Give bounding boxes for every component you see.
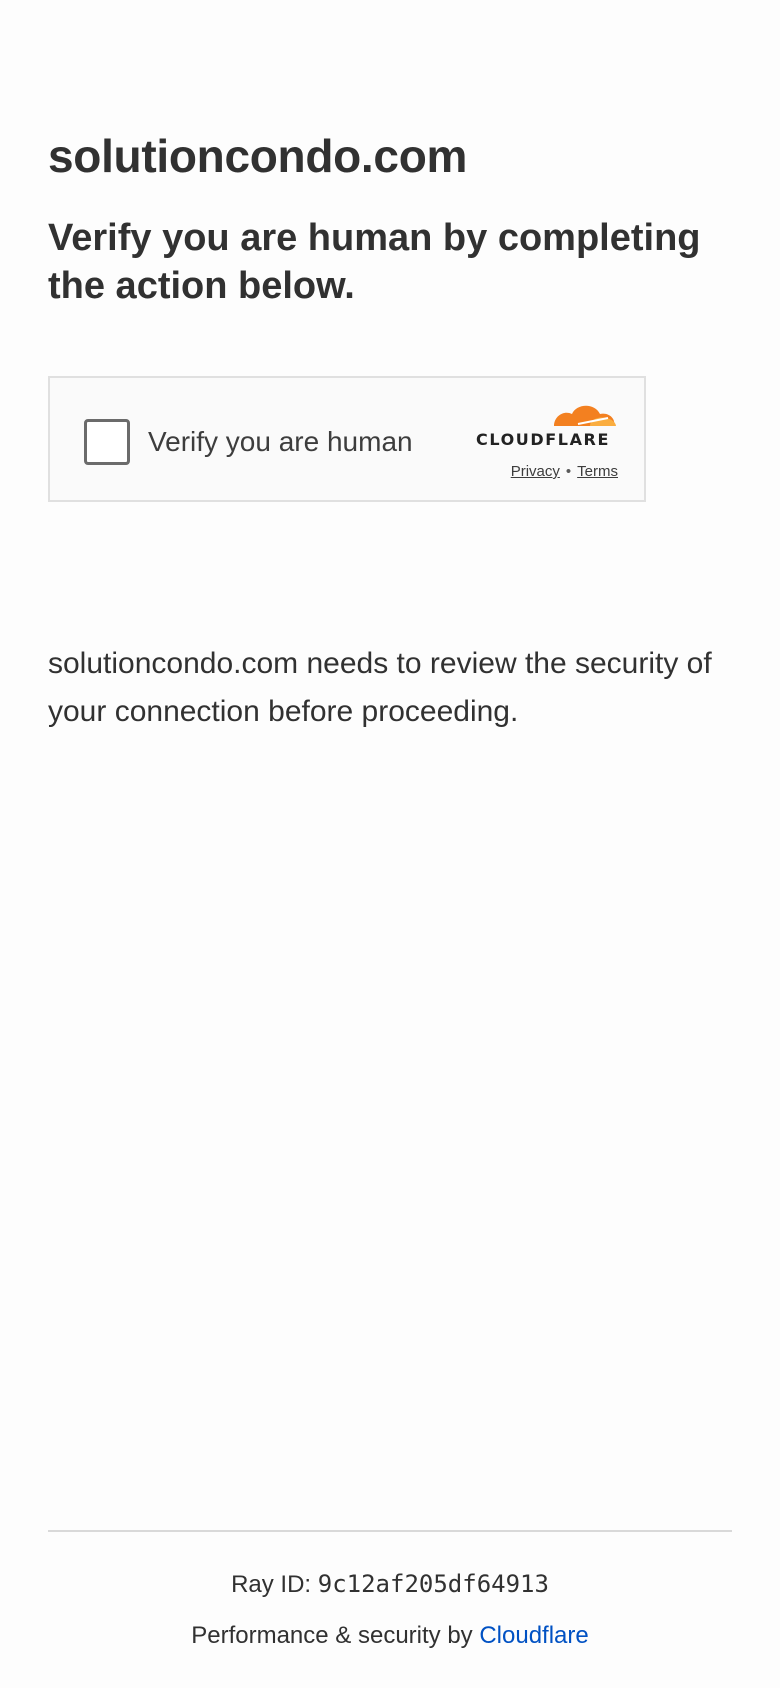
footer: Ray ID: 9c12af205df64913 Performance & s… — [48, 1530, 732, 1649]
privacy-link[interactable]: Privacy — [511, 463, 560, 480]
cloudflare-wordmark: CLOUDFLARE — [476, 430, 610, 448]
ray-id: Ray ID: 9c12af205df64913 — [48, 1568, 732, 1601]
turnstile-widget: Verify you are human CLOUDFLARE Privacy •… — [48, 376, 646, 502]
cloud-icon — [554, 405, 616, 426]
verify-checkbox[interactable] — [84, 419, 130, 465]
link-separator: • — [565, 463, 572, 480]
security-review-text: solutioncondo.com needs to review the se… — [48, 647, 712, 728]
performance-credit: Performance & security by Cloudflare — [48, 1620, 732, 1652]
verify-checkbox-label[interactable]: Verify you are human — [148, 424, 413, 460]
verify-headline: Verify you are human by completing the a… — [48, 217, 701, 307]
cloudflare-logo: CLOUDFLARE — [476, 405, 616, 448]
ray-id-label: Ray ID: — [231, 1571, 312, 1598]
terms-link[interactable]: Terms — [577, 463, 618, 480]
cloudflare-link[interactable]: Cloudflare — [479, 1622, 588, 1649]
cloudflare-links: Privacy • Terms — [488, 462, 618, 482]
performance-text: Performance & security by — [191, 1622, 473, 1649]
ray-id-value: 9c12af205df64913 — [317, 1570, 549, 1598]
site-name: solutioncondo.com — [48, 130, 468, 182]
